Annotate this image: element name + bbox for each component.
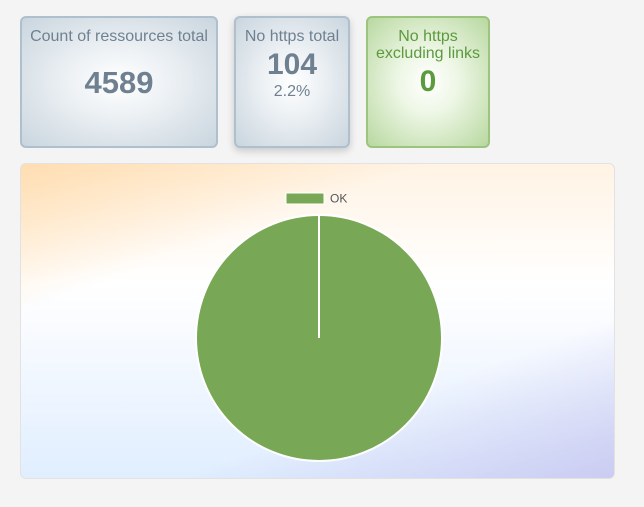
pie-slices <box>195 214 443 462</box>
total-resources-title: Count of ressources total <box>30 28 208 45</box>
no-https-excluding-links-title: No https excluding links <box>375 28 481 62</box>
no-https-total-title: No https total <box>244 28 340 45</box>
chart-panel: OK <box>20 163 615 479</box>
legend-label-ok[interactable]: OK <box>330 192 347 206</box>
no-https-total-percent: 2.2% <box>273 83 311 100</box>
total-resources-card: Count of ressources total 4589 <box>20 16 218 148</box>
chart-legend[interactable]: OK <box>285 192 347 206</box>
no-https-excluding-links-value: 0 <box>419 65 437 98</box>
legend-swatch-ok[interactable] <box>285 192 325 205</box>
total-resources-value: 4589 <box>84 65 154 100</box>
no-https-total-value: 104 <box>266 48 318 81</box>
no-https-total-card: No https total 104 2.2% <box>234 16 350 148</box>
no-https-excluding-links-card: No https excluding links 0 <box>366 16 490 148</box>
pie-chart: OK <box>195 192 443 462</box>
